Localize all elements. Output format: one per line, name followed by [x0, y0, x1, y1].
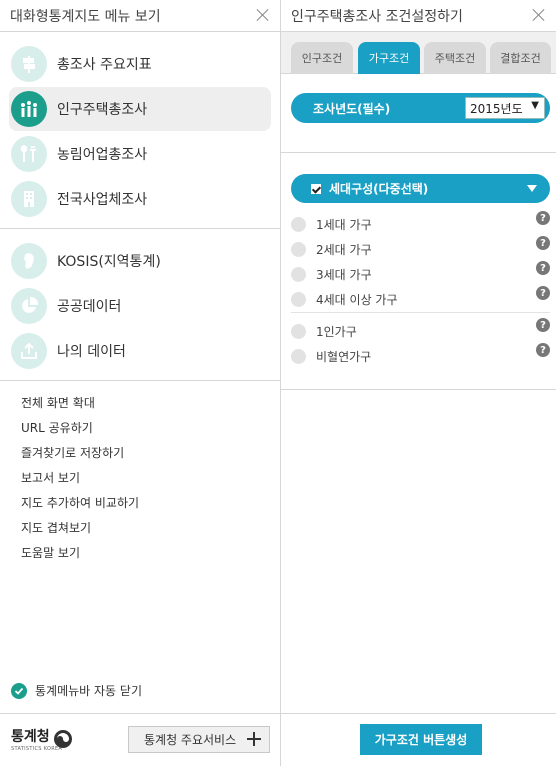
- signpost-icon: [11, 46, 47, 82]
- radio-button[interactable]: [291, 348, 306, 364]
- survey-year-value: 2015년도: [470, 101, 523, 116]
- menu-item-census-indicators[interactable]: 총조사 주요지표: [9, 42, 271, 86]
- option-label: 1세대 가구: [316, 217, 372, 232]
- link-report[interactable]: 보고서 보기: [21, 466, 280, 491]
- help-icon[interactable]: ?: [536, 286, 550, 300]
- tool-links: 전체 화면 확대 URL 공유하기 즐겨찾기로 저장하기 보고서 보기 지도 추…: [0, 381, 280, 566]
- section-divider: [281, 152, 556, 153]
- tab-combined-condition[interactable]: 결합조건: [490, 42, 551, 74]
- main-services-label: 통계청 주요서비스: [144, 733, 237, 747]
- menu-item-label: 나의 데이터: [57, 344, 126, 360]
- survey-year-select[interactable]: 2015년도 ▼: [465, 97, 545, 119]
- condition-settings-panel: 인구주택총조사 조건설정하기 인구조건 가구조건 주택조건 결합조건 조사년도(…: [281, 0, 556, 766]
- radio-button[interactable]: [291, 323, 306, 339]
- right-panel-header: 인구주택총조사 조건설정하기: [281, 0, 556, 32]
- household-composition-label: 세대구성(다중선택): [329, 182, 429, 196]
- left-footer: 통계청 STATISTICS KOREA 통계청 주요서비스: [0, 713, 280, 766]
- generate-household-button[interactable]: 가구조건 버튼생성: [360, 724, 482, 755]
- link-compare-map[interactable]: 지도 추가하여 비교하기: [21, 491, 280, 516]
- option-2-generation[interactable]: 2세대 가구 ?: [291, 236, 551, 259]
- right-panel-title: 인구주택총조사 조건설정하기: [291, 8, 463, 25]
- household-composition-header[interactable]: 세대구성(다중선택): [291, 174, 550, 203]
- link-help[interactable]: 도움말 보기: [21, 541, 280, 566]
- option-1-generation[interactable]: 1세대 가구 ?: [291, 211, 551, 234]
- option-label: 비혈연가구: [316, 349, 372, 364]
- plus-icon: [246, 731, 262, 747]
- building-icon: [11, 181, 47, 217]
- tab-population-condition[interactable]: 인구조건: [291, 42, 353, 74]
- link-fullscreen[interactable]: 전체 화면 확대: [21, 391, 280, 416]
- option-non-kin[interactable]: 비혈연가구 ?: [291, 343, 551, 366]
- option-3-generation[interactable]: 3세대 가구 ?: [291, 261, 551, 284]
- people-icon: [11, 91, 47, 127]
- menu-item-my-data[interactable]: 나의 데이터: [9, 329, 271, 373]
- radio-button[interactable]: [291, 216, 306, 232]
- condition-tabs: 인구조건 가구조건 주택조건 결합조건: [281, 32, 556, 74]
- auto-close-toggle[interactable]: 통계메뉴바 자동 닫기: [11, 682, 142, 699]
- left-panel-title: 대화형통계지도 메뉴 보기: [10, 8, 161, 25]
- kostat-logo: 통계청 STATISTICS KOREA: [11, 726, 75, 756]
- menu-item-label: 전국사업체조사: [57, 192, 148, 208]
- menu-item-label: 총조사 주요지표: [57, 57, 152, 73]
- farming-icon: [11, 136, 47, 172]
- check-circle-icon: [11, 682, 27, 699]
- tab-housing-condition[interactable]: 주택조건: [424, 42, 486, 74]
- menu-item-agriculture-census[interactable]: 농림어업총조사: [9, 132, 271, 176]
- primary-menu: 총조사 주요지표 인구주택총조사 농림어업총조사 전국사업체조사: [0, 32, 280, 229]
- logo-text: 통계청: [11, 729, 50, 745]
- survey-year-label: 조사년도(필수): [313, 101, 391, 116]
- menu-item-label: KOSIS(지역통계): [57, 254, 161, 270]
- option-single-person[interactable]: 1인가구 ?: [291, 318, 551, 341]
- menu-item-label: 공공데이터: [57, 299, 122, 315]
- help-icon[interactable]: ?: [536, 261, 550, 275]
- link-overlay-map[interactable]: 지도 겹쳐보기: [21, 516, 280, 541]
- taegeuk-logo-icon: [54, 730, 72, 748]
- option-label: 1인가구: [316, 324, 357, 339]
- option-4plus-generation[interactable]: 4세대 이상 가구 ?: [291, 286, 551, 309]
- radio-button[interactable]: [291, 241, 306, 257]
- checkbox-icon[interactable]: [311, 183, 321, 194]
- right-footer: 가구조건 버튼생성: [281, 713, 556, 766]
- help-icon[interactable]: ?: [536, 318, 550, 332]
- help-icon[interactable]: ?: [536, 236, 550, 250]
- menu-item-business-census[interactable]: 전국사업체조사: [9, 177, 271, 221]
- menu-item-label: 인구주택총조사: [57, 102, 148, 118]
- section-divider: [281, 389, 556, 390]
- help-icon[interactable]: ?: [536, 211, 550, 225]
- radio-button[interactable]: [291, 266, 306, 282]
- main-services-button[interactable]: 통계청 주요서비스: [128, 726, 270, 753]
- radio-button[interactable]: [291, 291, 306, 307]
- korea-map-icon: [11, 243, 47, 279]
- secondary-menu: KOSIS(지역통계) 공공데이터 나의 데이터: [0, 229, 280, 381]
- option-label: 3세대 가구: [316, 267, 372, 282]
- upload-icon: [11, 333, 47, 369]
- left-panel-header: 대화형통계지도 메뉴 보기: [0, 0, 280, 32]
- left-menu-panel: 대화형통계지도 메뉴 보기 총조사 주요지표 인구주택총조사 농림어업총조사 전…: [0, 0, 281, 766]
- menu-item-kosis[interactable]: KOSIS(지역통계): [9, 239, 271, 283]
- option-label: 4세대 이상 가구: [316, 292, 398, 307]
- pie-chart-icon: [11, 288, 47, 324]
- caret-down-icon[interactable]: [527, 185, 537, 192]
- close-icon[interactable]: [256, 8, 270, 22]
- link-share-url[interactable]: URL 공유하기: [21, 416, 280, 441]
- menu-item-label: 농림어업총조사: [57, 147, 148, 163]
- menu-item-population-census[interactable]: 인구주택총조사: [9, 87, 271, 131]
- close-icon[interactable]: [532, 8, 546, 22]
- auto-close-label: 통계메뉴바 자동 닫기: [35, 684, 142, 698]
- option-label: 2세대 가구: [316, 242, 372, 257]
- tab-household-condition[interactable]: 가구조건: [358, 42, 420, 74]
- help-icon[interactable]: ?: [536, 343, 550, 357]
- options-divider: [291, 312, 550, 313]
- menu-item-public-data[interactable]: 공공데이터: [9, 284, 271, 328]
- survey-year-row: 조사년도(필수) 2015년도 ▼: [291, 93, 550, 123]
- dropdown-arrow-icon: ▼: [531, 100, 539, 111]
- link-bookmark[interactable]: 즐겨찾기로 저장하기: [21, 441, 280, 466]
